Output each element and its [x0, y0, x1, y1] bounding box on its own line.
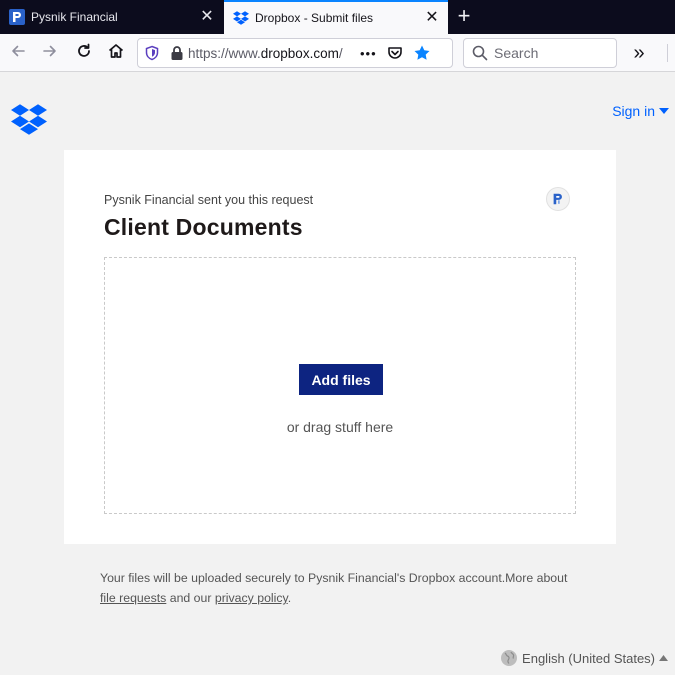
requester-avatar: [546, 187, 570, 211]
caret-down-icon: [659, 108, 669, 114]
language-label: English (United States): [522, 650, 655, 666]
note-text-part3: .: [287, 591, 292, 605]
tab-dropbox-submit-files[interactable]: Dropbox - Submit files ✕: [224, 0, 448, 34]
tracking-shield-icon[interactable]: [144, 45, 160, 61]
new-tab-button[interactable]: +: [452, 5, 476, 28]
search-icon: [472, 45, 488, 61]
file-request-card: Pysnik Financial sent you this request C…: [64, 150, 616, 544]
back-button[interactable]: [4, 39, 32, 67]
file-drop-zone[interactable]: Add files or drag stuff here: [104, 257, 576, 514]
file-requests-link[interactable]: file requests: [100, 591, 166, 605]
sign-in-label: Sign in: [612, 103, 655, 119]
url-text[interactable]: https://www.dropbox.com/: [188, 46, 356, 61]
bookmark-star-icon[interactable]: [413, 44, 431, 62]
close-tab-icon[interactable]: ✕: [197, 7, 217, 27]
pysnik-favicon-icon: [9, 9, 25, 25]
request-sender-line: Pysnik Financial sent you this request: [104, 193, 314, 207]
menu-divider-icon: [666, 44, 668, 62]
search-placeholder: Search: [494, 45, 539, 61]
url-domain: dropbox.com: [260, 45, 339, 61]
note-text-part1: Your files will be uploaded securely to …: [100, 571, 568, 585]
home-icon: [107, 42, 125, 65]
request-title: Client Documents: [104, 214, 303, 240]
tab-pysnik-financial[interactable]: Pysnik Financial ✕: [0, 0, 223, 34]
privacy-policy-link[interactable]: privacy policy: [215, 591, 288, 605]
upload-security-note: Your files will be uploaded securely to …: [100, 568, 580, 608]
pysnik-logo-icon: [551, 192, 565, 206]
url-prefix: https://www.: [188, 45, 261, 61]
caret-up-icon: [659, 655, 668, 661]
menu-button[interactable]: [660, 39, 674, 67]
globe-icon: [500, 649, 518, 667]
add-files-button[interactable]: Add files: [299, 364, 383, 395]
tab-title: Pysnik Financial: [31, 10, 118, 24]
url-bar[interactable]: https://www.dropbox.com/ •••: [137, 38, 453, 68]
url-path: /: [338, 45, 343, 61]
home-button[interactable]: [102, 39, 130, 67]
reload-button[interactable]: [70, 39, 98, 67]
dropbox-favicon-icon: [233, 10, 249, 26]
navigation-toolbar: https://www.dropbox.com/ ••• Search »: [0, 34, 675, 72]
language-selector[interactable]: English (United States): [500, 649, 668, 667]
pocket-icon[interactable]: [387, 45, 403, 61]
arrow-left-icon: [9, 42, 27, 65]
close-tab-icon[interactable]: ✕: [422, 8, 442, 28]
arrow-right-icon: [41, 42, 59, 65]
page-actions-button[interactable]: •••: [360, 46, 377, 61]
lock-icon[interactable]: [170, 45, 184, 61]
forward-button[interactable]: [36, 39, 64, 67]
overflow-menu-button[interactable]: »: [625, 39, 653, 67]
dropbox-logo-icon[interactable]: [11, 104, 47, 136]
search-bar[interactable]: Search: [463, 38, 617, 68]
sign-in-button[interactable]: Sign in: [612, 103, 669, 119]
tab-strip: Pysnik Financial ✕ Dropbox - Submit file…: [0, 0, 675, 34]
note-text-part2: and our: [166, 591, 215, 605]
drag-hint-text: or drag stuff here: [286, 419, 394, 435]
reload-icon: [75, 42, 93, 65]
tab-title: Dropbox - Submit files: [255, 11, 374, 25]
